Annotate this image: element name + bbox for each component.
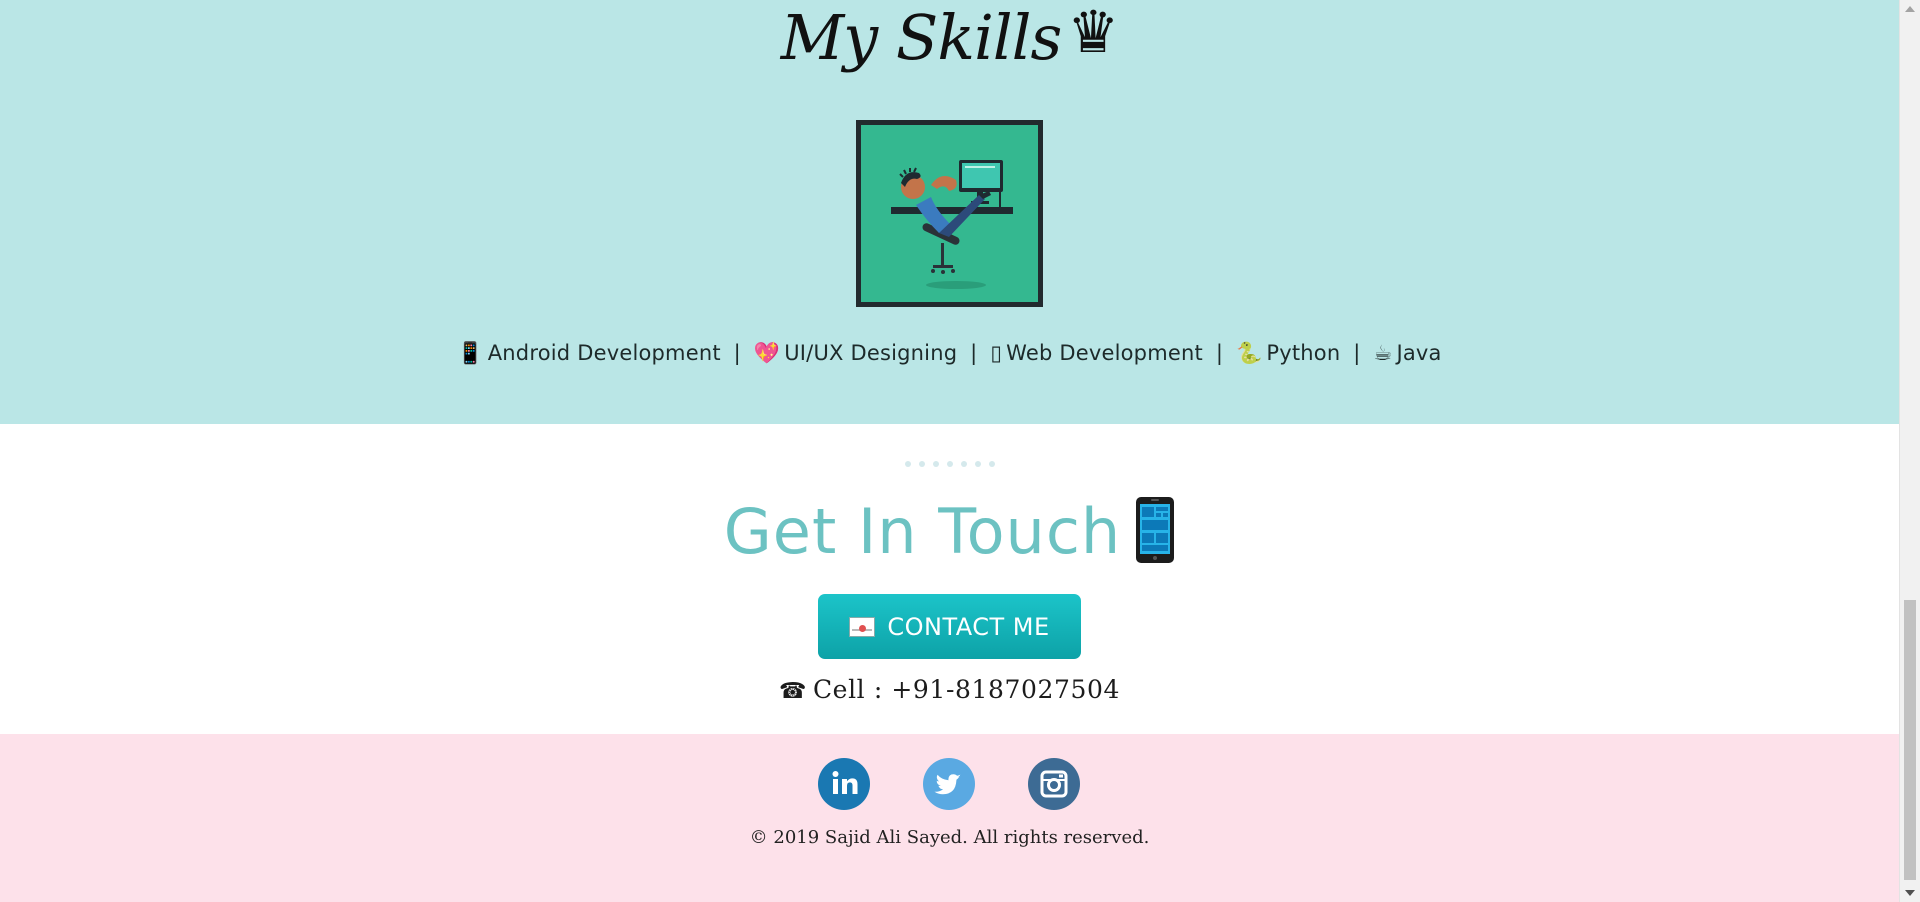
skill-separator: |: [733, 341, 741, 365]
scroll-down-arrow-icon[interactable]: [1905, 890, 1915, 896]
cell-phone-line: ☎ Cell : +91-8187027504: [0, 672, 1899, 710]
skill-item: ☕ Java: [1373, 341, 1441, 365]
skills-title: My Skills: [780, 1, 1063, 74]
skill-item: 💖 UI/UX Designing: [754, 341, 964, 365]
instagram-button[interactable]: [1028, 758, 1080, 810]
developer-illustration-svg: [861, 125, 1038, 302]
skill-item: 📱 Android Development: [457, 341, 727, 365]
contact-me-button[interactable]: CONTACT ME: [818, 594, 1081, 659]
page-scrollbar[interactable]: [1899, 0, 1920, 902]
skills-heading: My Skills ♛: [0, 0, 1899, 76]
copyright-text: © 2019 Sajid Ali Sayed. All rights reser…: [749, 827, 1150, 848]
skill-separator: |: [1215, 341, 1224, 365]
linkedin-button[interactable]: [818, 758, 870, 810]
telephone-icon: ☎: [778, 679, 807, 704]
social-links: [0, 758, 1899, 810]
skill-label: Python: [1266, 341, 1341, 365]
scroll-up-arrow-icon[interactable]: [1905, 6, 1915, 12]
skills-list: 📱 Android Development | 💖 UI/UX Designing …: [0, 337, 1899, 369]
skill-separator: |: [970, 341, 978, 365]
snake-icon: 🐍: [1236, 341, 1263, 365]
cell-number: Cell : +91-8187027504: [812, 675, 1121, 704]
mobile-phone-icon: 📱: [457, 341, 484, 365]
web-icon: ▯: [990, 341, 1003, 365]
contact-title: Get In Touch: [723, 495, 1122, 568]
coffee-icon: ☕: [1373, 341, 1393, 365]
skill-label: UI/UX Designing: [784, 341, 958, 365]
footer: © 2019 Sajid Ali Sayed. All rights reser…: [0, 734, 1899, 902]
scrollbar-thumb[interactable]: [1904, 600, 1916, 880]
skill-separator: |: [1353, 341, 1361, 365]
crown-icon: ♛: [1067, 0, 1119, 66]
skill-label: Web Development: [1006, 341, 1203, 365]
twitter-icon: [934, 774, 961, 795]
linkedin-icon: [832, 771, 858, 794]
envelope-icon: [849, 616, 876, 637]
skill-item: ▯ Web Development: [990, 341, 1210, 365]
skill-label: Java: [1396, 341, 1442, 365]
skill-item: 🐍 Python: [1236, 341, 1347, 365]
heart-icon: 💖: [753, 341, 781, 365]
instagram-icon: [1040, 770, 1068, 798]
developer-illustration: [856, 120, 1043, 307]
contact-button-label: CONTACT ME: [887, 612, 1050, 641]
contact-heading: Get In Touch: [0, 492, 1899, 572]
page-viewport: My Skills ♛ 📱 Android Development | 💖 UI…: [0, 0, 1899, 902]
skill-label: Android Development: [487, 341, 721, 365]
twitter-button[interactable]: [923, 758, 975, 810]
section-divider-dots: [0, 452, 1899, 467]
smartphone-icon: [1135, 496, 1175, 564]
skills-section: My Skills ♛ 📱 Android Development | 💖 UI…: [0, 0, 1899, 424]
